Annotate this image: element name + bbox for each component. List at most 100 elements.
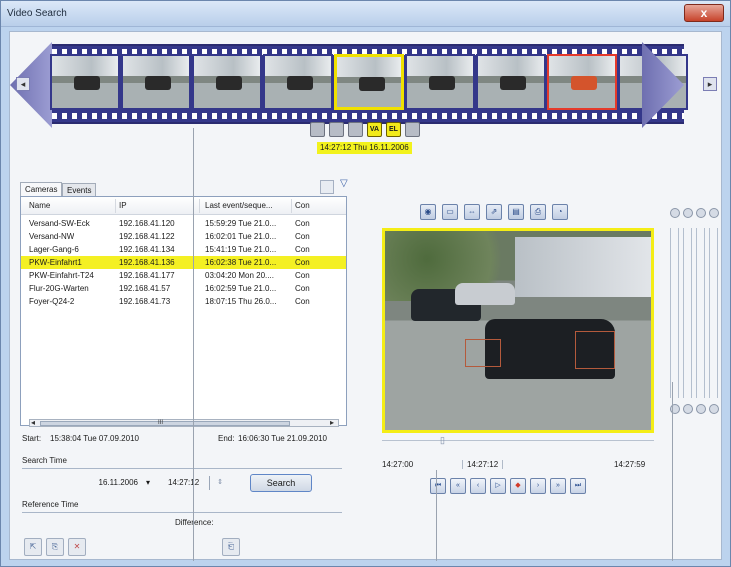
cell-ip: 192.168.41.73 bbox=[119, 297, 171, 306]
filter-button[interactable] bbox=[329, 122, 344, 137]
zoom-icon[interactable]: ⇗ bbox=[486, 204, 502, 220]
column-header-ip[interactable]: IP bbox=[119, 201, 127, 210]
video-search-window: Video Search x ◂ ▸ VA EL 14:27:12 Thu 16.… bbox=[0, 0, 731, 567]
frame-car bbox=[429, 76, 455, 90]
gamma-slider[interactable] bbox=[696, 228, 705, 398]
cell-con: Con bbox=[295, 271, 310, 280]
sync-icon[interactable]: ⇔ bbox=[464, 204, 480, 220]
fast-rewind-icon[interactable]: « bbox=[450, 478, 466, 494]
search-date-input[interactable]: 16.11.2006 bbox=[82, 476, 142, 490]
search-time-input[interactable]: 14:27:12 bbox=[160, 476, 210, 490]
video-scene-building bbox=[515, 237, 651, 297]
fast-forward-icon[interactable]: » bbox=[550, 478, 566, 494]
table-row[interactable]: Flur-20G-Warten 192.168.41.57 16:02:59 Tue… bbox=[21, 282, 346, 295]
table-row[interactable]: Foyer-Q24-2 192.168.41.73 18:07:15 Thu 26.… bbox=[21, 295, 346, 308]
tab-cameras[interactable]: Cameras bbox=[20, 182, 63, 197]
horizontal-scrollbar[interactable]: ◂ III ▸ bbox=[29, 419, 339, 427]
gamma-icon[interactable] bbox=[696, 208, 706, 218]
table-row[interactable]: Lager-Gang-6 192.168.41.134 15:41:19 Tue 2… bbox=[21, 243, 346, 256]
video-display[interactable] bbox=[382, 228, 654, 433]
scrollbar-grip: III bbox=[158, 420, 164, 426]
gamma-reset-icon[interactable] bbox=[696, 404, 706, 414]
saturation-reset-icon[interactable] bbox=[709, 404, 719, 414]
step-forward-icon[interactable]: › bbox=[530, 478, 546, 494]
marker-line bbox=[672, 382, 673, 561]
search-button[interactable]: Search bbox=[250, 474, 312, 492]
step-back-icon[interactable]: ‹ bbox=[470, 478, 486, 494]
cell-con: Con bbox=[295, 297, 310, 306]
filmstrip-timestamp: 14:27:12 Thu 16.11.2006 bbox=[317, 142, 412, 154]
cell-name: PKW-Einfahrt-T24 bbox=[29, 271, 94, 280]
filmstrip-frame[interactable] bbox=[121, 54, 191, 110]
scroll-right-arrow[interactable]: ▸ bbox=[330, 419, 334, 427]
time-spinner-icon[interactable]: ⇕ bbox=[213, 475, 227, 491]
clock-icon[interactable]: ◔ bbox=[552, 204, 568, 220]
marker-line bbox=[193, 128, 194, 561]
filmstrip-frame[interactable] bbox=[547, 54, 617, 110]
cell-con: Con bbox=[295, 219, 310, 228]
filmstrip-next-button[interactable]: ▸ bbox=[703, 77, 717, 91]
frame-car bbox=[359, 77, 385, 91]
table-row[interactable]: PKW-Einfahrt-T24 192.168.41.177 03:04:20 M… bbox=[21, 269, 346, 282]
column-header-con[interactable]: Con bbox=[295, 201, 310, 210]
filmstrip-frame[interactable] bbox=[263, 54, 333, 110]
filmstrip-frame[interactable] bbox=[192, 54, 262, 110]
cell-ip: 192.168.41.177 bbox=[119, 271, 175, 280]
scroll-left-arrow[interactable]: ◂ bbox=[31, 419, 35, 427]
contrast-slider[interactable] bbox=[683, 228, 692, 398]
camera-list-header: Name IP Last event/seque... Con bbox=[21, 197, 346, 215]
brightness-slider[interactable] bbox=[670, 228, 679, 398]
filter-button[interactable] bbox=[405, 122, 420, 137]
filmstrip-prev-button[interactable]: ◂ bbox=[16, 77, 30, 91]
snapshot-icon[interactable]: ▭ bbox=[442, 204, 458, 220]
filmstrip-frame[interactable] bbox=[334, 54, 404, 110]
frame-car bbox=[287, 76, 313, 90]
contrast-icon[interactable] bbox=[683, 208, 693, 218]
saturation-icon[interactable] bbox=[709, 208, 719, 218]
column-header-last-event[interactable]: Last event/seque... bbox=[205, 201, 273, 210]
cell-ip: 192.168.41.134 bbox=[119, 245, 175, 254]
export-icon[interactable]: ⎗ bbox=[222, 538, 240, 556]
record-icon[interactable]: ◆ bbox=[510, 478, 526, 494]
timeline-slider-knob[interactable]: ▯ bbox=[440, 435, 445, 446]
table-row[interactable]: Versand-NW 192.168.41.122 16:02:01 Tue 21.… bbox=[21, 230, 346, 243]
column-header-name[interactable]: Name bbox=[29, 201, 50, 210]
timeline-labels: 14:27:00 14:27:12 14:27:59 bbox=[382, 460, 662, 472]
table-row[interactable]: Versand-SW-Eck 192.168.41.120 15:59:29 Tue… bbox=[21, 217, 346, 230]
cell-ip: 192.168.41.122 bbox=[119, 232, 175, 241]
filter-icon[interactable]: ▽ bbox=[340, 178, 348, 189]
blank-button[interactable] bbox=[320, 180, 334, 194]
layout-icon[interactable]: ▤ bbox=[508, 204, 524, 220]
motion-detection-box bbox=[575, 331, 615, 369]
play-icon[interactable]: ▷ bbox=[490, 478, 506, 494]
filter-button-va[interactable]: VA bbox=[367, 122, 382, 137]
jump-to-reference-icon[interactable]: ⇱ bbox=[24, 538, 42, 556]
clear-reference-icon[interactable]: ✕ bbox=[68, 538, 86, 556]
scrollbar-thumb[interactable] bbox=[40, 421, 290, 426]
camera-list: Name IP Last event/seque... Con Versand-… bbox=[20, 196, 347, 427]
filmstrip-frame[interactable] bbox=[476, 54, 546, 110]
frame-car bbox=[500, 76, 526, 90]
filmstrip-frame[interactable] bbox=[50, 54, 120, 110]
close-button[interactable]: x bbox=[684, 4, 724, 22]
video-timeline[interactable] bbox=[382, 440, 654, 444]
print-icon[interactable]: ⎙ bbox=[530, 204, 546, 220]
first-frame-icon[interactable]: ⏮ bbox=[430, 478, 446, 494]
last-frame-icon[interactable]: ⏭ bbox=[570, 478, 586, 494]
audio-icon[interactable]: ◉ bbox=[420, 204, 436, 220]
filter-button[interactable] bbox=[310, 122, 325, 137]
copy-reference-icon[interactable]: ⎘ bbox=[46, 538, 64, 556]
filter-button-el[interactable]: EL bbox=[386, 122, 401, 137]
saturation-slider[interactable] bbox=[709, 228, 718, 398]
date-dropdown-icon[interactable]: ▾ bbox=[142, 476, 154, 490]
contrast-reset-icon[interactable] bbox=[683, 404, 693, 414]
column-separator bbox=[291, 199, 292, 213]
cell-last: 16:02:01 Tue 21.0... bbox=[205, 232, 277, 241]
filter-button[interactable] bbox=[348, 122, 363, 137]
filmstrip-frame[interactable] bbox=[405, 54, 475, 110]
table-row[interactable]: PKW-Einfahrt1 192.168.41.136 16:02:38 Tue … bbox=[21, 256, 346, 269]
frame-scene bbox=[265, 56, 331, 76]
brightness-icon[interactable] bbox=[670, 208, 680, 218]
frame-scene bbox=[407, 56, 473, 76]
reference-time-divider bbox=[22, 512, 342, 513]
